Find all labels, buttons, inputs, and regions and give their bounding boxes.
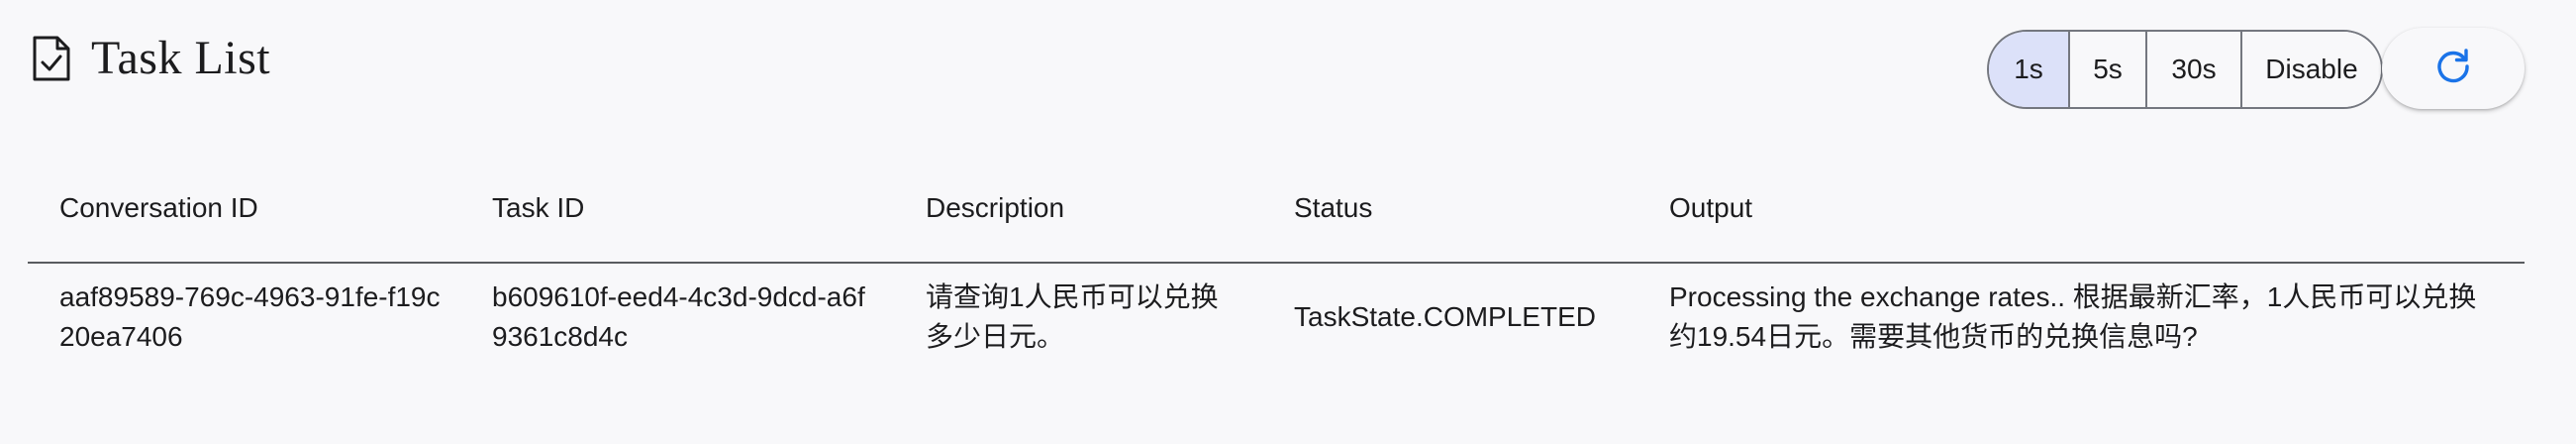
column-header-status: Status: [1294, 192, 1373, 223]
column-header-description: Description: [926, 192, 1065, 223]
interval-30s-button[interactable]: 30s: [2145, 32, 2240, 107]
refresh-button[interactable]: [2382, 28, 2525, 109]
task-check-icon: [32, 36, 71, 81]
page-title: Task List: [91, 32, 271, 84]
table-row: aaf89589-769c-4963-91fe-f19c20ea7406 b60…: [28, 264, 2525, 371]
column-header-output: Output: [1669, 192, 1753, 223]
interval-5s-button[interactable]: 5s: [2068, 32, 2145, 107]
task-id-cell: b609610f-eed4-4c3d-9dcd-a6f9361c8d4c: [492, 281, 865, 352]
table-header-row: Conversation ID Task ID Description Stat…: [28, 174, 2525, 264]
conversation-id-cell: aaf89589-769c-4963-91fe-f19c20ea7406: [59, 281, 441, 352]
status-cell: TaskState.COMPLETED: [1294, 301, 1596, 332]
description-cell: 请查询1人民币可以兑换多少日元。: [926, 281, 1219, 352]
column-header-conversation-id: Conversation ID: [59, 192, 258, 223]
page-header: Task List: [32, 28, 270, 89]
refresh-interval-selector: 1s 5s 30s Disable: [1987, 30, 2383, 109]
interval-disable-button[interactable]: Disable: [2240, 32, 2381, 107]
refresh-icon: [2433, 47, 2473, 91]
column-header-task-id: Task ID: [492, 192, 585, 223]
interval-1s-button[interactable]: 1s: [1989, 32, 2068, 107]
output-cell: Processing the exchange rates.. 根据最新汇率，1…: [1669, 281, 2477, 352]
task-table: Conversation ID Task ID Description Stat…: [28, 174, 2525, 371]
